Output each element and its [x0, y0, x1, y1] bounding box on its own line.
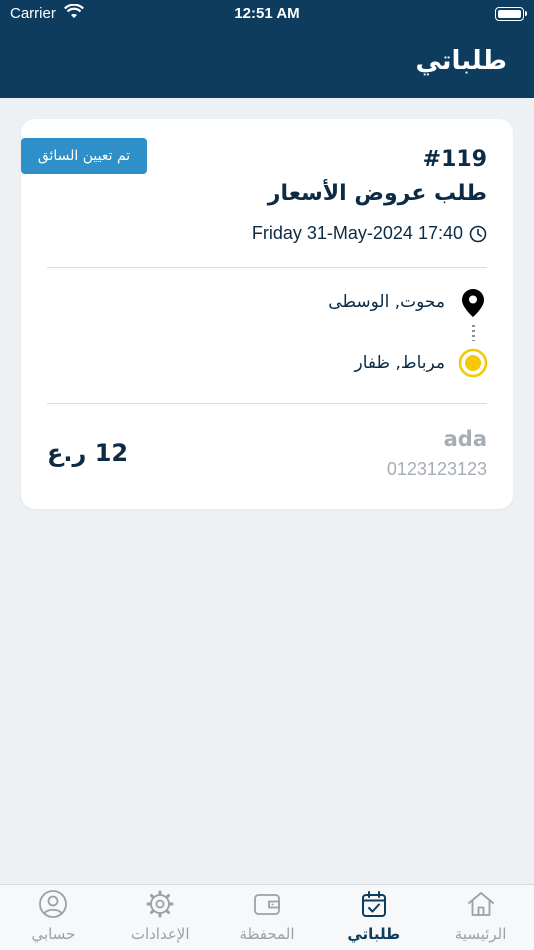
clock-time: 12:51 AM	[234, 5, 300, 22]
route-dots	[472, 325, 475, 341]
tab-settings[interactable]: الإعدادات	[107, 885, 214, 950]
calendar-check-icon	[361, 891, 386, 917]
tab-label: الإعدادات	[130, 925, 190, 943]
customer-phone: 0123123123	[386, 459, 487, 479]
tab-home[interactable]: الرئيسية	[427, 885, 534, 950]
tab-label: طلباتي	[347, 925, 401, 943]
wallet-icon	[254, 894, 280, 915]
user-circle-icon	[39, 890, 68, 918]
clock-icon	[469, 225, 487, 242]
order-card[interactable]: تم تعيين السائق #119 طلب عروض الأسعار Fr…	[21, 119, 513, 509]
customer-name: ada	[443, 427, 487, 451]
tab-wallet[interactable]: المحفظة	[214, 885, 321, 950]
order-datetime: Friday 31-May-2024 17:40	[251, 223, 463, 243]
status-badge: تم تعيين السائق	[21, 138, 147, 174]
tab-label: حسابي	[31, 925, 76, 943]
pickup-location: محوت, الوسطى	[328, 292, 445, 312]
dropoff-location: مرباط, ظفار	[354, 353, 445, 373]
page-title: طلباتي	[415, 46, 507, 76]
tab-label: الرئيسية	[454, 925, 507, 943]
dropoff-target-icon	[458, 348, 488, 378]
app-header: طلباتي	[0, 30, 534, 98]
bottom-tab-bar: حسابي الإعدادات المحفظة طلباتي الرئيسية	[0, 884, 534, 950]
tab-my-account[interactable]: حسابي	[0, 885, 107, 950]
gear-icon	[146, 890, 174, 918]
divider	[47, 403, 487, 404]
battery-icon	[495, 7, 527, 21]
tab-label: المحفظة	[239, 925, 295, 943]
home-icon	[467, 892, 494, 916]
order-price: 12 ر.ع	[47, 439, 129, 467]
order-type: طلب عروض الأسعار	[267, 181, 487, 206]
order-datetime-row: Friday 31-May-2024 17:40	[252, 223, 487, 244]
divider	[47, 267, 487, 268]
location-pin-icon	[462, 289, 484, 317]
tab-my-orders[interactable]: طلباتي	[320, 885, 427, 950]
order-number: #119	[422, 147, 487, 172]
status-bar: Carrier 12:51 AM	[0, 0, 534, 30]
